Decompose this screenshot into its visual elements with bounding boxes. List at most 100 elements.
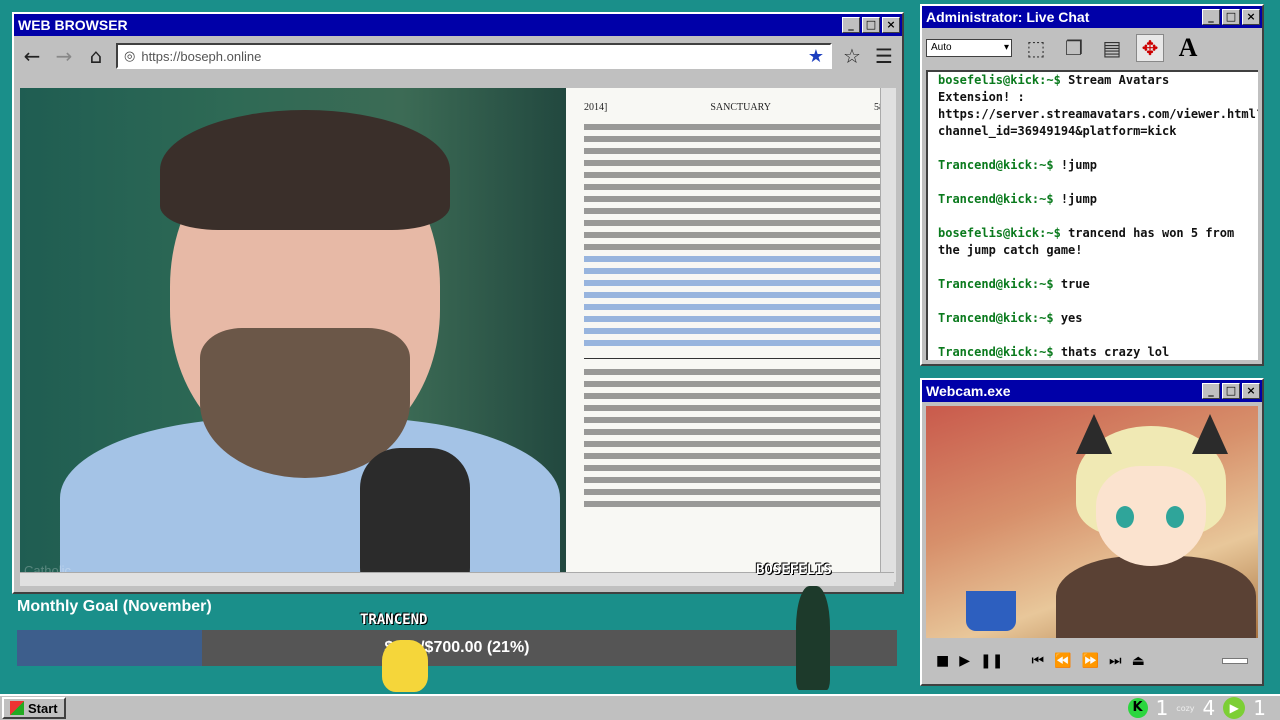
windows-logo-icon	[10, 701, 24, 715]
kick-icon[interactable]: K	[1127, 698, 1148, 718]
chat-message: bosefelis@kick:~$ Stream Avatars Extensi…	[938, 72, 1258, 140]
doc-text-line	[584, 244, 884, 250]
webcam-title: Webcam.exe	[926, 383, 1011, 399]
close-button[interactable]: ×	[882, 17, 900, 33]
doc-footnote-line	[584, 429, 884, 435]
chat-message: Trancend@kick:~$ !jump	[938, 157, 1248, 174]
person-hair	[160, 110, 450, 230]
webcam-feed	[926, 406, 1258, 638]
address-bar[interactable]: ◎ https://boseph.online ★	[116, 43, 832, 69]
close-button[interactable]: ×	[1242, 9, 1260, 25]
browser-titlebar[interactable]: WEB BROWSER _ □ ×	[14, 14, 902, 36]
start-button[interactable]: Start	[2, 697, 66, 719]
doc-highlight-line	[584, 268, 884, 274]
doc-footnote-line	[584, 405, 884, 411]
chat-text: thats crazy lol	[1060, 345, 1170, 359]
minimize-button[interactable]: _	[842, 17, 860, 33]
fast-forward-icon[interactable]: ⏩	[1082, 653, 1099, 669]
eject-icon[interactable]: ⏏	[1132, 653, 1145, 669]
maximize-button[interactable]: □	[1222, 383, 1240, 399]
webcam-titlebar[interactable]: Webcam.exe _ □ ×	[922, 380, 1262, 402]
chat-log[interactable]: bosefelis@kick:~$ Stream Avatars Extensi…	[926, 70, 1258, 360]
home-icon[interactable]: ⌂	[84, 44, 108, 68]
bosefelis-avatar	[796, 586, 830, 690]
avatar-name-trancend: TRANCEND	[360, 612, 428, 628]
doc-text-line	[584, 184, 884, 190]
doc-footnote-line	[584, 369, 884, 375]
font-size-select[interactable]: Auto	[926, 39, 1012, 57]
doc-page-left: 2014]	[584, 102, 608, 113]
avatar-eye	[1166, 506, 1184, 528]
chat-message: Trancend@kick:~$ thats crazy lol	[938, 344, 1248, 360]
vertical-scrollbar[interactable]	[880, 88, 896, 582]
maximize-button[interactable]: □	[1222, 9, 1240, 25]
avatar-eye	[1116, 506, 1134, 528]
copy-icon[interactable]: ❐	[1060, 34, 1088, 62]
browser-content: Catholic 2014] SANCTUARY 58	[20, 88, 894, 582]
rumble-count-right: 1	[1253, 696, 1266, 720]
document-header: 2014] SANCTUARY 58	[584, 102, 884, 114]
browser-window: WEB BROWSER _ □ × ← → ⌂ ◎ https://boseph…	[12, 12, 904, 594]
chat-username: bosefelis@kick:~$	[938, 226, 1061, 240]
chat-username: bosefelis@kick:~$	[938, 73, 1061, 87]
doc-text-line	[584, 208, 884, 214]
forward-arrow-icon[interactable]: →	[52, 44, 76, 68]
globe-icon: ◎	[124, 48, 136, 64]
doc-highlight-line	[584, 292, 884, 298]
doc-footnote-line	[584, 501, 884, 507]
system-tray: K 1 cozy 4 ▶ 1	[1127, 696, 1280, 720]
chat-message: Trancend@kick:~$ !jump	[938, 191, 1248, 208]
kick-count: 1	[1155, 696, 1169, 720]
chat-text: !jump	[1060, 158, 1097, 172]
doc-footnote-line	[584, 381, 884, 387]
url-text: https://boseph.online	[141, 48, 262, 64]
paste-icon[interactable]: ▤	[1098, 34, 1126, 62]
browser-title: WEB BROWSER	[18, 17, 128, 33]
taskbar: Start K 1 cozy 4 ▶ 1	[0, 694, 1280, 720]
rumble-icon[interactable]: ▶	[1223, 697, 1246, 719]
text-tool-icon[interactable]: A	[1174, 33, 1202, 62]
minimize-button[interactable]: _	[1202, 9, 1220, 25]
doc-footnote-line	[584, 465, 884, 471]
webcam-window: Webcam.exe _ □ × ■ ▶ ❚❚ ⏮ ⏪ ⏩ ⏭ ⏏	[920, 378, 1264, 686]
doc-highlight-line	[584, 316, 884, 322]
bookmark-star-icon[interactable]: ★	[808, 46, 824, 67]
chat-toolbar: Auto ⬚ ❐ ▤ ✥ A	[922, 28, 1262, 68]
doc-highlight-line	[584, 328, 884, 334]
avatar-name-bosefelis: BOSEFELIS	[756, 562, 832, 578]
doc-footnote-line	[584, 441, 884, 447]
hamburger-menu-icon[interactable]: ☰	[872, 44, 896, 68]
select-tool-icon[interactable]: ⬚	[1022, 34, 1050, 62]
pause-icon[interactable]: ❚❚	[980, 653, 1003, 669]
chat-username: Trancend@kick:~$	[938, 277, 1054, 291]
favorites-star-icon[interactable]: ☆	[840, 44, 864, 68]
goal-amount: $1__/$700.00 (21%)	[384, 639, 530, 656]
rewind-icon[interactable]: ⏪	[1054, 653, 1071, 669]
minimize-button[interactable]: _	[1202, 383, 1220, 399]
chat-username: Trancend@kick:~$	[938, 311, 1054, 325]
doc-text-line	[584, 196, 884, 202]
skip-forward-icon[interactable]: ⏭	[1109, 653, 1122, 669]
chat-window: Administrator: Live Chat _ □ × Auto ⬚ ❐ …	[920, 4, 1264, 366]
chat-message: Trancend@kick:~$ yes	[938, 310, 1248, 327]
media-controls: ■ ▶ ❚❚ ⏮ ⏪ ⏩ ⏭ ⏏	[926, 642, 1258, 680]
close-button[interactable]: ×	[1242, 383, 1260, 399]
chat-text: !jump	[1060, 192, 1097, 206]
chat-title: Administrator: Live Chat	[926, 9, 1090, 25]
browser-toolbar: ← → ⌂ ◎ https://boseph.online ★ ☆ ☰	[14, 36, 902, 76]
stop-icon[interactable]: ■	[936, 653, 949, 669]
doc-highlight-line	[584, 340, 884, 346]
maximize-button[interactable]: □	[862, 17, 880, 33]
skip-back-icon[interactable]: ⏮	[1031, 653, 1044, 669]
doc-footnote-line	[584, 477, 884, 483]
move-tool-icon[interactable]: ✥	[1136, 34, 1164, 62]
mug	[966, 591, 1016, 631]
back-arrow-icon[interactable]: ←	[20, 44, 44, 68]
chat-username: Trancend@kick:~$	[938, 158, 1054, 172]
chat-text: true	[1060, 277, 1090, 291]
play-icon[interactable]: ▶	[959, 653, 970, 669]
chat-titlebar[interactable]: Administrator: Live Chat _ □ ×	[922, 6, 1262, 28]
doc-page-title: SANCTUARY	[710, 102, 771, 113]
volume-slider[interactable]	[1222, 658, 1248, 664]
doc-text-line	[584, 148, 884, 154]
